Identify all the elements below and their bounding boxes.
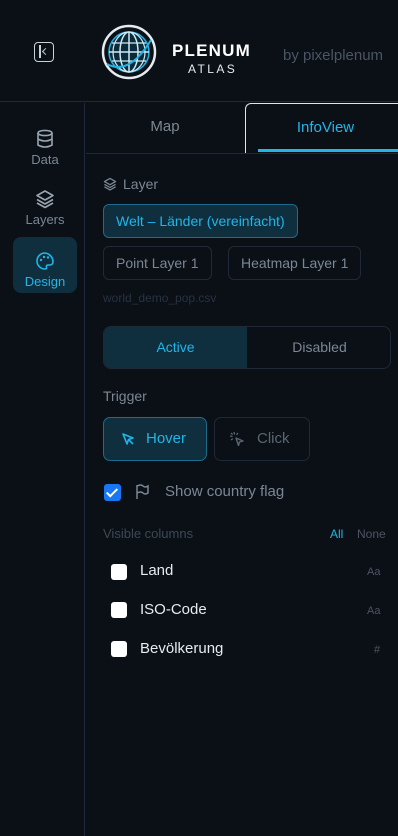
layer-option-welt[interactable]: Welt – Länder (vereinfacht): [103, 204, 298, 238]
status-active-button[interactable]: Active: [104, 327, 247, 368]
column-type-bevoelkerung: #: [374, 644, 381, 656]
tab-infoview-label: InfoView: [296, 119, 355, 136]
column-label-land: Land: [140, 562, 174, 579]
layers-icon: [36, 190, 54, 209]
select-all-columns-link[interactable]: All: [330, 527, 343, 541]
layer-section-label: Layer: [123, 176, 159, 192]
layer-filename: world_demo_pop.csv: [103, 291, 217, 305]
brand-byline: by pixelplenum: [283, 47, 384, 64]
palette-icon: [36, 252, 54, 270]
column-checkbox-bevoelkerung[interactable]: [111, 641, 127, 657]
show-flag-label: Show country flag: [165, 483, 285, 500]
column-label-bevoelkerung: Bevölkerung: [140, 640, 224, 657]
cursor-click-icon: [229, 431, 244, 447]
tab-map[interactable]: Map: [86, 103, 244, 154]
active-tab-indicator: [258, 149, 398, 152]
layers-icon: [103, 177, 117, 191]
sidebar-item-layers[interactable]: Layers: [13, 175, 77, 231]
globe-logo-icon: [101, 24, 157, 80]
sidebar-collapse-icon[interactable]: [34, 42, 54, 62]
brand-subtitle: ATLAS: [188, 62, 238, 76]
trigger-click-button[interactable]: Click: [214, 417, 310, 461]
visible-columns-label: Visible columns: [103, 526, 194, 541]
sidebar-item-label: Layers: [25, 212, 65, 227]
select-none-columns-link[interactable]: None: [357, 527, 386, 541]
tabs-divider: [86, 153, 398, 154]
sidebar-item-label: Data: [31, 152, 59, 167]
trigger-hover-label: Hover: [146, 430, 187, 447]
app-root: PLENUM ATLAS by pixelplenum Data Layers: [0, 0, 398, 836]
column-type-iso-code: Aa: [367, 605, 381, 617]
brand-title: PLENUM: [172, 41, 251, 60]
trigger-section-label: Trigger: [103, 388, 147, 404]
sidebar-item-design[interactable]: Design: [13, 237, 77, 293]
database-icon: [37, 129, 53, 148]
layer-option-point[interactable]: Point Layer 1: [103, 246, 212, 280]
cursor-arrow-icon: [122, 433, 134, 445]
column-type-land: Aa: [367, 566, 381, 578]
layer-option-heatmap[interactable]: Heatmap Layer 1: [228, 246, 362, 280]
status-disabled-button[interactable]: Disabled: [248, 327, 391, 368]
app-header: PLENUM ATLAS by pixelplenum: [0, 0, 398, 102]
show-flag-checkbox[interactable]: [104, 484, 121, 501]
sidebar: Data Layers Design: [0, 103, 85, 836]
column-checkbox-iso-code[interactable]: [111, 602, 127, 618]
sidebar-item-label: Design: [24, 274, 66, 289]
tab-infoview[interactable]: InfoView: [245, 103, 398, 154]
view-tabs: Map InfoView: [86, 103, 398, 154]
trigger-hover-button[interactable]: Hover: [103, 417, 207, 461]
column-checkbox-land[interactable]: [111, 564, 127, 580]
trigger-click-label: Click: [257, 430, 290, 447]
status-toggle: Active Disabled: [103, 326, 391, 369]
sidebar-item-data[interactable]: Data: [13, 115, 77, 171]
column-label-iso-code: ISO-Code: [140, 601, 207, 618]
flag-icon: [136, 484, 149, 499]
